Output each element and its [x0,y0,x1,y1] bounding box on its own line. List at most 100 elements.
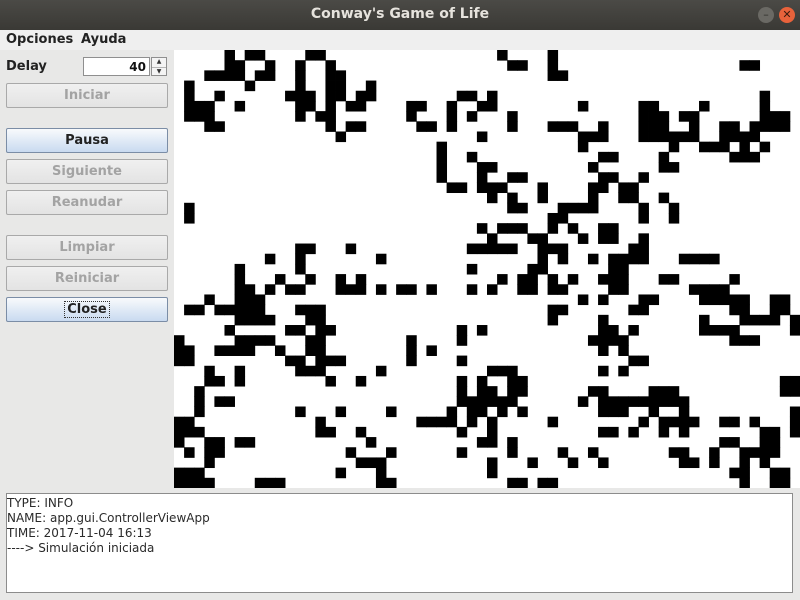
live-cell[interactable] [759,437,771,448]
live-cell[interactable] [678,457,690,469]
live-cell[interactable] [315,325,326,336]
live-cell[interactable] [194,426,205,438]
live-cell[interactable] [406,284,417,295]
live-cell[interactable] [517,202,528,214]
live-cell[interactable] [577,100,589,112]
live-cell[interactable] [466,90,478,102]
live-cell[interactable] [325,100,336,112]
live-cell[interactable] [416,121,427,132]
live-cell[interactable] [174,416,185,428]
live-cell[interactable] [789,386,800,397]
live-cell[interactable] [779,111,791,122]
live-cell[interactable] [618,406,629,418]
live-cell[interactable] [618,365,629,377]
live-cell[interactable] [335,70,347,81]
live-cell[interactable] [466,406,478,418]
live-cell[interactable] [658,111,670,122]
live-cell[interactable] [729,467,740,479]
live-cell[interactable] [527,457,538,469]
live-cell[interactable] [335,274,347,285]
live-cell[interactable] [497,396,508,407]
live-cell[interactable] [406,335,417,346]
live-cell[interactable] [184,477,195,488]
live-cell[interactable] [416,416,427,428]
live-cell[interactable] [184,111,195,122]
live-cell[interactable] [456,325,468,336]
live-cell[interactable] [456,386,468,397]
live-cell[interactable] [618,335,629,346]
live-cell[interactable] [507,365,518,377]
live-cell[interactable] [729,121,740,132]
live-cell[interactable] [214,90,225,102]
live-cell[interactable] [244,284,256,295]
live-cell[interactable] [244,304,256,316]
live-cell[interactable] [436,162,448,173]
live-cell[interactable] [527,274,538,285]
live-cell[interactable] [577,131,589,143]
live-cell[interactable] [446,416,458,428]
live-cell[interactable] [638,100,649,112]
live-cell[interactable] [547,70,559,81]
live-cell[interactable] [789,416,800,428]
live-cell[interactable] [244,437,256,448]
live-cell[interactable] [204,100,215,112]
live-cell[interactable] [668,141,680,153]
live-cell[interactable] [668,386,680,397]
live-cell[interactable] [769,426,781,438]
siguiente-button[interactable]: Siguiente [6,159,168,184]
live-cell[interactable] [517,223,528,234]
live-cell[interactable] [174,467,185,479]
live-cell[interactable] [517,172,528,183]
live-cell[interactable] [557,243,569,255]
live-cell[interactable] [375,467,387,479]
live-cell[interactable] [699,284,710,295]
live-cell[interactable] [638,212,649,224]
live-cell[interactable] [295,70,306,81]
live-cell[interactable] [759,457,771,469]
live-cell[interactable] [598,426,609,438]
live-cell[interactable] [406,355,417,367]
live-cell[interactable] [608,396,619,407]
live-cell[interactable] [194,111,205,122]
live-cell[interactable] [305,243,316,255]
live-cell[interactable] [325,121,336,132]
live-cell[interactable] [234,335,246,346]
live-cell[interactable] [587,447,599,458]
live-cell[interactable] [224,304,235,316]
live-cell[interactable] [789,406,800,418]
live-cell[interactable] [295,111,306,122]
live-cell[interactable] [476,406,488,418]
live-cell[interactable] [355,100,367,112]
live-cell[interactable] [567,223,579,234]
live-cell[interactable] [598,345,609,356]
live-cell[interactable] [628,182,639,194]
live-cell[interactable] [638,416,649,428]
live-cell[interactable] [386,447,397,458]
live-cell[interactable] [476,386,488,397]
live-cell[interactable] [789,426,800,438]
live-cell[interactable] [184,345,195,356]
live-cell[interactable] [658,192,670,204]
minimize-button[interactable]: – [758,7,774,23]
live-cell[interactable] [557,253,569,265]
live-cell[interactable] [234,70,246,81]
live-cell[interactable] [345,447,357,458]
live-cell[interactable] [598,294,609,306]
live-cell[interactable] [295,60,306,71]
live-cell[interactable] [517,274,528,285]
live-cell[interactable] [608,274,619,285]
live-cell[interactable] [466,151,478,163]
live-cell[interactable] [658,162,670,173]
live-cell[interactable] [608,223,619,234]
live-cell[interactable] [517,284,528,295]
live-cell[interactable] [658,274,670,285]
live-cell[interactable] [699,294,710,306]
live-cell[interactable] [487,284,498,295]
live-cell[interactable] [759,447,771,458]
live-cell[interactable] [355,121,367,132]
live-cell[interactable] [174,477,185,488]
live-cell[interactable] [184,80,195,92]
reanudar-button[interactable]: Reanudar [6,190,168,215]
live-cell[interactable] [295,355,306,367]
live-cell[interactable] [779,386,791,397]
